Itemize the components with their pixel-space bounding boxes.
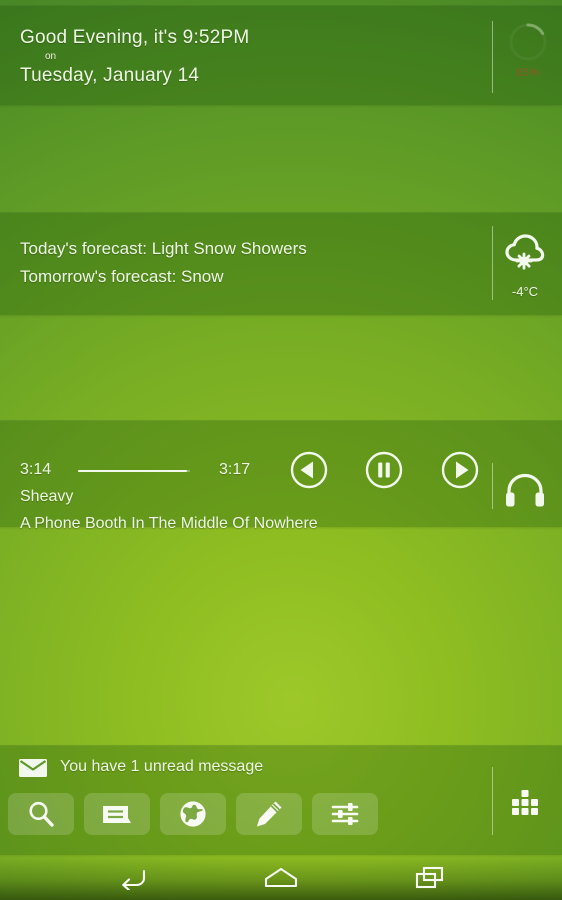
music-total-time: 3:17 — [219, 461, 251, 478]
greeting-time-text: Good Evening, it's 9:52PM — [20, 27, 250, 48]
pencil-icon — [257, 801, 282, 827]
sliders-icon — [331, 803, 359, 825]
greeting-on-text: on — [45, 51, 57, 62]
weather-divider — [492, 226, 493, 300]
pause-button[interactable] — [364, 450, 404, 490]
globe-icon — [180, 801, 206, 827]
greeting-divider — [492, 21, 493, 93]
dock-item-notes[interactable] — [236, 793, 302, 835]
previous-track-icon — [290, 451, 328, 489]
battery-percent-text: 85% — [516, 67, 540, 79]
envelope-icon[interactable] — [18, 757, 48, 779]
dock-item-search[interactable] — [8, 793, 74, 835]
nav-home-button[interactable] — [259, 863, 303, 893]
home-icon — [264, 867, 298, 887]
recents-icon — [415, 866, 444, 888]
weather-widget[interactable]: Today's forecast: Light Snow Showers Tom… — [0, 212, 562, 315]
greeting-date-text: Tuesday, January 14 — [20, 65, 200, 86]
music-progress-bar[interactable] — [78, 470, 190, 472]
dock-divider — [492, 767, 493, 835]
home-screen: Good Evening, it's 9:52PM on Tuesday, Ja… — [0, 0, 562, 900]
headphones-icon — [506, 473, 544, 507]
previous-track-button[interactable] — [289, 450, 329, 490]
dock-item-browser[interactable] — [160, 793, 226, 835]
notification-text: You have 1 unread message — [60, 758, 264, 775]
snowflake-glyph — [515, 252, 533, 270]
back-icon — [122, 869, 146, 890]
music-artist-text: Sheavy — [20, 488, 74, 505]
battery-arc-icon — [509, 23, 547, 61]
nav-back-button[interactable] — [110, 863, 154, 893]
navigation-bar — [0, 855, 562, 900]
weather-today-text: Today's forecast: Light Snow Showers — [20, 239, 307, 258]
app-drawer-grid-icon — [512, 790, 538, 815]
next-track-icon — [441, 451, 479, 489]
search-icon — [29, 801, 54, 827]
dock-item-messaging[interactable] — [84, 793, 150, 835]
dock-icon-row — [8, 793, 378, 835]
music-progress-fill — [78, 470, 187, 472]
dock-item-settings[interactable] — [312, 793, 378, 835]
message-bubble-icon — [103, 806, 131, 823]
music-divider — [492, 463, 493, 509]
pause-icon — [365, 451, 403, 489]
battery-indicator[interactable]: 85% — [505, 19, 551, 95]
app-drawer-button[interactable] — [508, 789, 542, 823]
music-title-text: A Phone Booth In The Middle Of Nowhere — [20, 515, 318, 532]
dock-widget[interactable]: You have 1 unread message — [0, 745, 562, 855]
next-track-button[interactable] — [440, 450, 480, 490]
weather-tomorrow-text: Tomorrow's forecast: Snow — [20, 267, 224, 286]
nav-recents-button[interactable] — [408, 863, 452, 893]
snow-cloud-icon — [505, 234, 545, 270]
weather-temperature-text: -4°C — [511, 284, 539, 299]
greeting-widget[interactable]: Good Evening, it's 9:52PM on Tuesday, Ja… — [0, 5, 562, 105]
music-player-widget[interactable]: 3:14 3:17 Sheavy A Phone Booth In The Mi… — [0, 420, 562, 532]
music-elapsed-time: 3:14 — [20, 461, 52, 478]
